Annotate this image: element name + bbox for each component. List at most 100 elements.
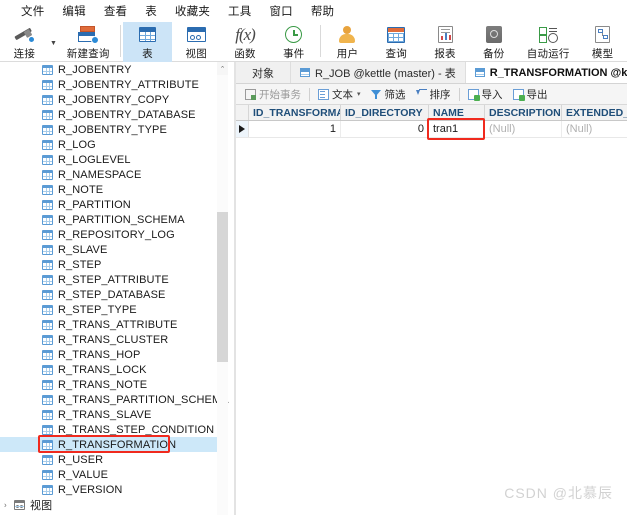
ribbon-button-user[interactable]: 用户: [323, 22, 372, 62]
grid-cell[interactable]: 0: [341, 121, 429, 137]
sort-icon: [415, 88, 427, 100]
sidebar-scroll-up-button[interactable]: ⌃: [217, 62, 228, 75]
grid-column-header[interactable]: DESCRIPTION: [485, 105, 562, 120]
grid-cell[interactable]: tran1: [429, 121, 485, 137]
tab-r-transformation[interactable]: R_TRANSFORMATION @ket...: [465, 62, 627, 83]
tree-item-r-repository-log[interactable]: R_REPOSITORY_LOG: [0, 227, 222, 242]
tree-item-r-transformation[interactable]: R_TRANSFORMATION: [0, 437, 222, 452]
ribbon-button-backup[interactable]: 备份: [469, 22, 518, 62]
chevron-down-icon[interactable]: ▾: [357, 90, 361, 98]
ribbon-button-automation[interactable]: 自动运行: [518, 22, 578, 62]
tree-item-r-jobentry[interactable]: R_JOBENTRY: [0, 62, 222, 77]
tree-item-r-jobentry-copy[interactable]: R_JOBENTRY_COPY: [0, 92, 222, 107]
table-row[interactable]: 1 0 tran1 (Null) (Null): [236, 121, 627, 138]
tree-item-r-step-attribute[interactable]: R_STEP_ATTRIBUTE: [0, 272, 222, 287]
ribbon-label-view: 视图: [185, 48, 207, 60]
import-button[interactable]: 导入: [463, 86, 508, 103]
text-button[interactable]: 文本 ▾: [313, 86, 366, 103]
tree-item-label: R_NAMESPACE: [58, 168, 142, 181]
tab-r-job[interactable]: R_JOB @kettle (master) - 表: [291, 62, 466, 83]
table-icon: [474, 68, 485, 77]
filter-button[interactable]: 筛选: [366, 86, 411, 103]
tree-item-r-loglevel[interactable]: R_LOGLEVEL: [0, 152, 222, 167]
tree-item-r-namespace[interactable]: R_NAMESPACE: [0, 167, 222, 182]
tree-item-r-log[interactable]: R_LOG: [0, 137, 222, 152]
data-grid[interactable]: ID_TRANSFORMATIOID_DIRECTORYNAMEDESCRIPT…: [236, 105, 627, 515]
menu-item-view[interactable]: 查看: [95, 1, 136, 21]
text-label: 文本: [332, 88, 353, 101]
tree-item-r-step-type[interactable]: R_STEP_TYPE: [0, 302, 222, 317]
ribbon-button-query[interactable]: 查询: [372, 22, 421, 62]
connection-dropdown-caret[interactable]: ▼: [49, 22, 58, 62]
tree-item-r-trans-cluster[interactable]: R_TRANS_CLUSTER: [0, 332, 222, 347]
sort-button[interactable]: 排序: [411, 86, 456, 103]
ribbon-button-table[interactable]: 表: [123, 22, 172, 62]
tree-item-r-version[interactable]: R_VERSION: [0, 482, 222, 497]
grid-cell[interactable]: (Null): [485, 121, 562, 137]
ribbon-button-model[interactable]: 模型: [578, 22, 627, 62]
tree-item-r-trans-step-condition[interactable]: R_TRANS_STEP_CONDITION: [0, 422, 222, 437]
tree-item-views[interactable]: › 视图: [0, 497, 222, 512]
ribbon-button-event[interactable]: 事件: [269, 22, 318, 62]
table-icon: [42, 154, 53, 165]
tree-item-r-partition-schema[interactable]: R_PARTITION_SCHEMA: [0, 212, 222, 227]
menu-item-file[interactable]: 文件: [12, 1, 53, 21]
table-icon: [300, 68, 310, 77]
grid-cell[interactable]: (Null): [562, 121, 627, 137]
tree-item-r-trans-partition-schema[interactable]: R_TRANS_PARTITION_SCHEMA: [0, 392, 229, 407]
tree-item-label: R_TRANSFORMATION: [58, 438, 177, 451]
table-icon: [42, 124, 53, 135]
ribbon-button-report[interactable]: 报表: [421, 22, 470, 62]
table-icon: [42, 274, 53, 285]
tab-objects[interactable]: 对象: [236, 62, 291, 83]
menu-item-edit[interactable]: 编辑: [53, 1, 94, 21]
tree-item-label: R_JOBENTRY: [58, 63, 132, 76]
tree-item-r-partition[interactable]: R_PARTITION: [0, 197, 222, 212]
tree-item-r-trans-slave[interactable]: R_TRANS_SLAVE: [0, 407, 222, 422]
ribbon-button-connection[interactable]: 连接: [0, 22, 49, 62]
grid-column-header[interactable]: ID_TRANSFORMATIO: [249, 105, 341, 120]
table-icon: [132, 24, 162, 45]
grid-cell[interactable]: 1: [249, 121, 341, 137]
grid-column-header[interactable]: NAME: [429, 105, 485, 120]
tree-item-r-trans-hop[interactable]: R_TRANS_HOP: [0, 347, 222, 362]
tree-item-r-jobentry-database[interactable]: R_JOBENTRY_DATABASE: [0, 107, 222, 122]
grid-column-header[interactable]: ID_DIRECTORY: [341, 105, 429, 120]
menu-item-window[interactable]: 窗口: [260, 1, 301, 21]
tab-label-r-job: R_JOB @kettle (master) - 表: [315, 67, 456, 80]
tree-item-label: R_LOGLEVEL: [58, 153, 131, 166]
ribbon-label-table: 表: [142, 48, 153, 60]
tree-item-r-value[interactable]: R_VALUE: [0, 467, 222, 482]
tab-strip: 对象 R_JOB @kettle (master) - 表 R_TRANSFOR…: [236, 62, 627, 84]
begin-transaction-button[interactable]: 开始事务: [240, 86, 306, 103]
tree-item-r-jobentry-type[interactable]: R_JOBENTRY_TYPE: [0, 122, 222, 137]
ribbon-button-new-query[interactable]: 新建查询: [58, 22, 118, 62]
export-button[interactable]: 导出: [508, 86, 553, 103]
tree-item-r-jobentry-attribute[interactable]: R_JOBENTRY_ATTRIBUTE: [0, 77, 222, 92]
ribbon-button-function[interactable]: f(x) 函数: [221, 22, 270, 62]
tree-item-r-slave[interactable]: R_SLAVE: [0, 242, 222, 257]
table-icon: [42, 424, 53, 435]
tree-item-r-trans-attribute[interactable]: R_TRANS_ATTRIBUTE: [0, 317, 222, 332]
menu-item-help[interactable]: 帮助: [302, 1, 343, 21]
tree-item-r-step[interactable]: R_STEP: [0, 257, 222, 272]
tree-item-label: R_VALUE: [58, 468, 109, 481]
automation-icon: [533, 24, 563, 45]
menu-item-favorites[interactable]: 收藏夹: [166, 1, 219, 21]
tree-item-r-trans-note[interactable]: R_TRANS_NOTE: [0, 377, 222, 392]
table-tree[interactable]: R_JOBENTRY R_JOBENTRY_ATTRIBUTE R_JOBENTRY…: [0, 62, 229, 515]
ribbon-label-query: 查询: [385, 48, 407, 60]
menu-item-table[interactable]: 表: [136, 1, 166, 21]
tree-item-r-trans-lock[interactable]: R_TRANS_LOCK: [0, 362, 222, 377]
plug-icon: [9, 24, 39, 45]
ribbon-button-view[interactable]: 视图: [172, 22, 221, 62]
tree-item-r-step-database[interactable]: R_STEP_DATABASE: [0, 287, 222, 302]
tree-item-r-note[interactable]: R_NOTE: [0, 182, 222, 197]
tree-item-r-user[interactable]: R_USER: [0, 452, 222, 467]
sidebar-scrollbar-thumb[interactable]: [217, 212, 228, 362]
grid-column-header[interactable]: EXTENDED_DE: [562, 105, 627, 120]
menu-item-tools[interactable]: 工具: [219, 1, 260, 21]
chevron-right-icon[interactable]: ›: [4, 500, 7, 509]
navicat-window: 文件 编辑 查看 表 收藏夹 工具 窗口 帮助 连接 ▼ 新建查询 表 视图 f…: [0, 0, 627, 515]
model-icon: [588, 24, 618, 45]
